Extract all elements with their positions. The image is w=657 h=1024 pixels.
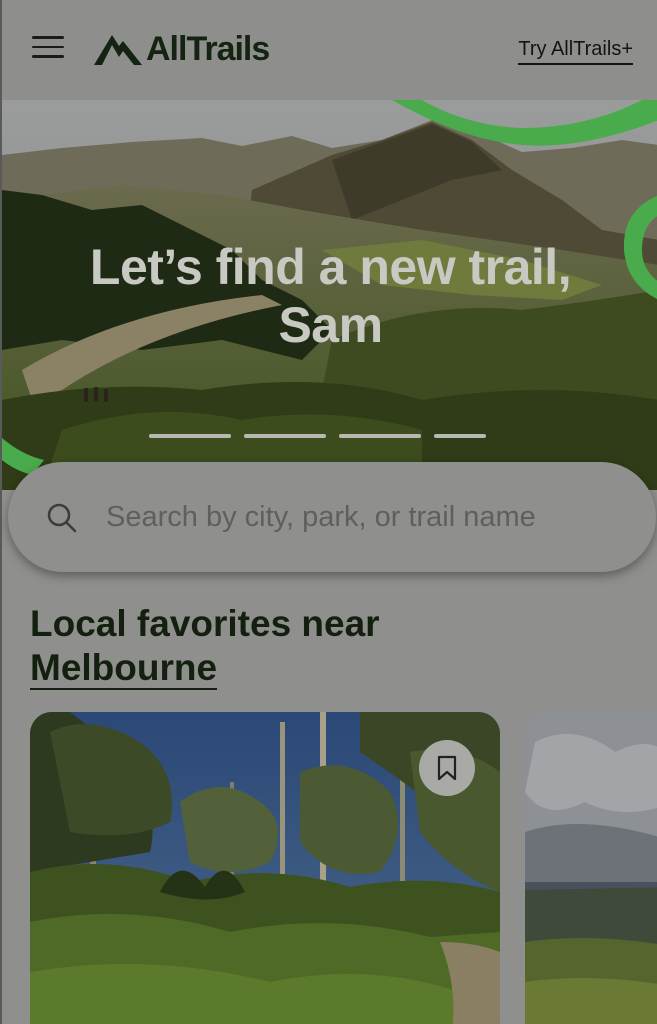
- section-title-text: Local favorites near: [30, 603, 380, 644]
- carousel-indicator-1[interactable]: [149, 434, 231, 438]
- carousel-indicator-3[interactable]: [339, 434, 421, 438]
- top-header: AllTrails Try AllTrails+: [2, 0, 657, 100]
- mountain-logo-icon: [94, 35, 142, 65]
- try-alltrails-plus-link[interactable]: Try AllTrails+: [518, 38, 633, 65]
- trail-card[interactable]: [525, 712, 657, 1024]
- hero-banner: Let’s find a new trail, Sam: [2, 100, 657, 490]
- hamburger-menu-icon[interactable]: [32, 36, 64, 62]
- hero-carousel-indicators: [149, 434, 486, 438]
- carousel-indicator-4[interactable]: [434, 434, 486, 438]
- hero-greeting-line2: Sam: [278, 297, 383, 353]
- app-page: AllTrails Try AllTrails+ Let’s find a ne…: [0, 0, 657, 1024]
- local-favorites-heading: Local favorites near Melbourne: [30, 602, 380, 690]
- hero-greeting: Let’s find a new trail, Sam: [2, 238, 657, 354]
- brand-name: AllTrails: [146, 29, 270, 68]
- trail-photo-coast: [525, 712, 657, 1024]
- search-input[interactable]: [106, 496, 626, 538]
- alltrails-logo[interactable]: AllTrails: [92, 28, 270, 70]
- carousel-indicator-2[interactable]: [244, 434, 326, 438]
- bookmark-icon: [437, 755, 457, 781]
- search-icon: [47, 503, 77, 533]
- hero-greeting-line1: Let’s find a new trail,: [89, 239, 572, 295]
- bookmark-button[interactable]: [419, 740, 475, 796]
- search-bar[interactable]: [8, 462, 656, 572]
- location-link[interactable]: Melbourne: [30, 648, 218, 690]
